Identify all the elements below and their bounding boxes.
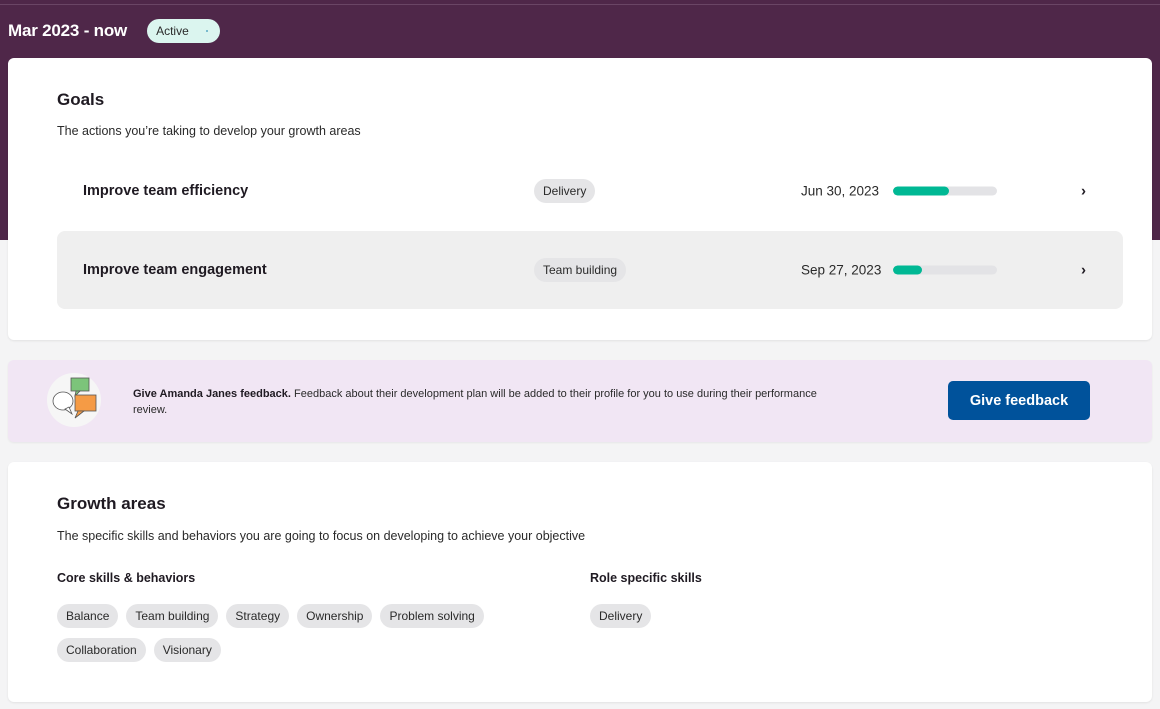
skill-chip: Strategy: [226, 604, 290, 628]
goal-row[interactable]: Improve team engagement Team building Se…: [57, 231, 1123, 309]
role-skills-list: Delivery: [590, 604, 990, 628]
core-skills-heading: Core skills & behaviors: [57, 571, 196, 585]
chevron-right-icon[interactable]: ›: [1081, 183, 1086, 200]
skill-chip: Balance: [57, 604, 119, 628]
status-badge: Active: [147, 19, 221, 43]
goal-progress-fill: [893, 186, 950, 196]
core-skills-list: Balance Team building Strategy Ownership…: [57, 604, 517, 662]
growth-areas-title: Growth areas: [57, 494, 166, 513]
feedback-message: Give Amanda Janes feedback. Feedback abo…: [133, 386, 853, 418]
chevron-right-icon[interactable]: ›: [1081, 262, 1086, 279]
goal-row[interactable]: Improve team efficiency Delivery Jun 30,…: [57, 152, 1123, 230]
skill-chip: Delivery: [590, 604, 652, 628]
goal-name: Improve team efficiency: [83, 183, 249, 199]
speech-bubbles-icon: [47, 373, 101, 427]
header-divider: [0, 4, 1160, 5]
goal-due-date: Jun 30, 2023: [801, 183, 880, 199]
give-feedback-button[interactable]: Give feedback: [948, 381, 1090, 420]
role-skills-heading: Role specific skills: [590, 571, 702, 585]
goal-tag: Team building: [534, 258, 627, 282]
growth-areas-card: Growth areas The specific skills and beh…: [8, 462, 1152, 702]
plan-period-header: Mar 2023 - now Active: [8, 19, 221, 43]
goal-due-date: Sep 27, 2023: [801, 262, 882, 278]
goal-progress-bar: [893, 186, 997, 196]
goal-progress-fill: [893, 265, 923, 275]
goals-title: Goals: [57, 90, 105, 109]
status-dot-icon: [206, 30, 209, 32]
skill-chip: Collaboration: [57, 638, 146, 662]
skill-chip: Team building: [126, 604, 219, 628]
goals-subtitle: The actions you’re taking to develop you…: [57, 124, 361, 138]
growth-areas-subtitle: The specific skills and behaviors you ar…: [57, 529, 586, 543]
skill-chip: Visionary: [153, 638, 221, 662]
skill-chip: Ownership: [297, 604, 373, 628]
goal-name: Improve team engagement: [83, 262, 267, 278]
goals-card: Goals The actions you’re taking to devel…: [8, 58, 1152, 340]
plan-period: Mar 2023 - now: [8, 21, 128, 40]
feedback-message-bold: Give Amanda Janes feedback.: [133, 388, 291, 400]
status-label: Active: [156, 24, 189, 38]
goal-progress-bar: [893, 265, 997, 275]
skill-chip: Problem solving: [380, 604, 484, 628]
goal-tag: Delivery: [534, 179, 596, 203]
feedback-banner: Give Amanda Janes feedback. Feedback abo…: [8, 360, 1152, 442]
